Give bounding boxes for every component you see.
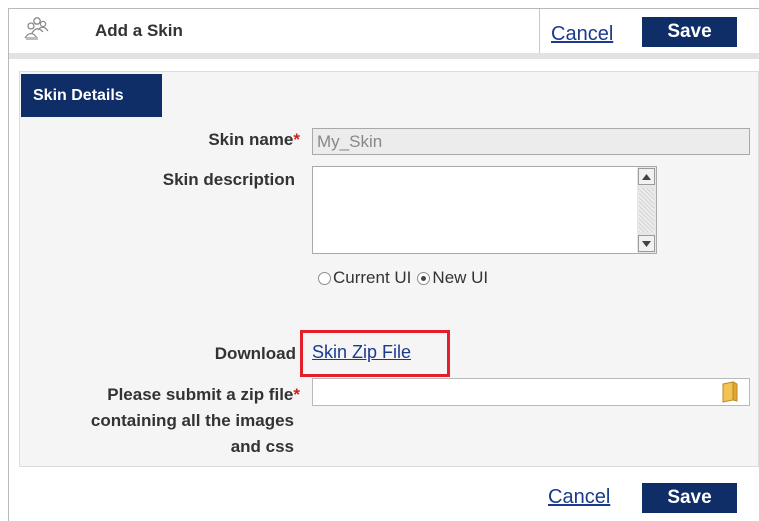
- skin-description-textarea[interactable]: [312, 166, 657, 254]
- ui-version-radio-group: Current UI New UI: [318, 268, 488, 288]
- header-divider: [539, 9, 540, 53]
- radio-new-ui[interactable]: [417, 271, 431, 285]
- dialog-header: Add a Skin Cancel Save: [9, 9, 759, 59]
- required-mark: *: [293, 130, 300, 149]
- download-label: Download: [214, 344, 296, 363]
- people-icon: [24, 17, 49, 40]
- scroll-up-button[interactable]: [638, 168, 655, 185]
- cancel-link-top[interactable]: Cancel: [551, 23, 613, 46]
- folder-icon[interactable]: [721, 381, 739, 403]
- triangle-up-icon: [642, 173, 651, 180]
- radio-current-ui[interactable]: [318, 271, 331, 285]
- dialog-title: Add a Skin: [95, 21, 183, 40]
- skin-description-label: Skin description: [162, 170, 295, 189]
- save-button-bottom[interactable]: Save: [642, 483, 737, 513]
- dialog: Add a Skin Cancel Save Skin Details Skin…: [8, 8, 759, 521]
- skin-name-input[interactable]: [312, 128, 750, 155]
- radio-selected-dot: [421, 275, 427, 281]
- scrollbar-track[interactable]: [639, 188, 654, 232]
- triangle-down-icon: [642, 240, 651, 247]
- required-mark: *: [293, 385, 300, 404]
- zip-file-input[interactable]: [312, 378, 750, 406]
- radio-new-ui-label: New UI: [432, 268, 489, 287]
- tab-skin-details[interactable]: Skin Details: [21, 74, 162, 117]
- skin-name-label: Skin name*: [208, 130, 300, 149]
- scroll-down-button[interactable]: [638, 235, 655, 252]
- skin-zip-file-link[interactable]: Skin Zip File: [312, 342, 411, 363]
- skin-details-panel: Skin Details Skin name* Skin description…: [19, 71, 759, 467]
- zip-file-label: Please submit a zip file* containing all…: [90, 385, 300, 456]
- radio-current-ui-label: Current UI: [333, 268, 412, 287]
- cancel-link-bottom[interactable]: Cancel: [548, 486, 610, 509]
- scrollbar[interactable]: [637, 167, 656, 253]
- save-button-top[interactable]: Save: [642, 17, 737, 47]
